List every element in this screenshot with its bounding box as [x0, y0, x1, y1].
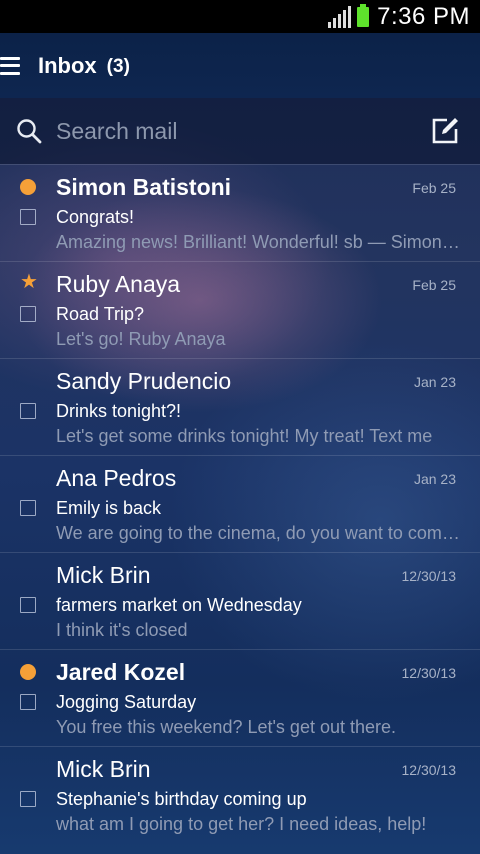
message-list: Simon Batistoni Feb 25 Congrats! Amazing… [0, 164, 480, 843]
status-bar: 7:36 PM [0, 0, 480, 33]
message-subject: Emily is back [56, 498, 162, 518]
message-row[interactable]: Mick Brin 12/30/13 Stephanie's birthday … [0, 746, 480, 843]
message-checkbox[interactable] [20, 306, 36, 322]
message-row[interactable]: Mick Brin 12/30/13 farmers market on Wed… [0, 552, 480, 649]
message-subject: Jogging Saturday [56, 692, 197, 712]
message-row[interactable]: ★ Ruby Anaya Feb 25 Road Trip? Let's go!… [0, 261, 480, 358]
search-input[interactable]: Search mail [56, 118, 430, 145]
message-checkbox[interactable] [20, 791, 36, 807]
status-time: 7:36 PM [377, 2, 470, 30]
message-checkbox[interactable] [20, 597, 36, 613]
message-preview: Amazing news! Brilliant! Wonderful! sb —… [56, 232, 460, 252]
message-date: Jan 23 [413, 471, 456, 487]
message-row[interactable]: Jared Kozel 12/30/13 Jogging Saturday Yo… [0, 649, 480, 746]
message-preview: We are going to the cinema, do you want … [56, 523, 460, 543]
message-sender: Sandy Prudencio [56, 368, 232, 394]
app-bar: Inbox (3) [0, 33, 480, 98]
message-date: Jan 23 [413, 374, 456, 390]
message-date: 12/30/13 [401, 665, 457, 681]
message-subject: Stephanie's birthday coming up [56, 789, 307, 809]
message-row[interactable]: Sandy Prudencio Jan 23 Drinks tonight?! … [0, 358, 480, 455]
search-bar[interactable]: Search mail [0, 98, 480, 164]
message-subject: Congrats! [56, 207, 135, 227]
message-checkbox[interactable] [20, 209, 36, 225]
message-preview: what am I going to get her? I need ideas… [56, 814, 427, 834]
message-row[interactable]: Simon Batistoni Feb 25 Congrats! Amazing… [0, 164, 480, 261]
message-preview: I think it's closed [56, 620, 188, 640]
message-subject: Road Trip? [56, 304, 145, 324]
compose-icon[interactable] [430, 116, 460, 146]
message-date: 12/30/13 [401, 568, 457, 584]
message-date: Feb 25 [412, 277, 456, 293]
unread-dot-icon [20, 179, 36, 195]
message-preview: Let's get some drinks tonight! My treat!… [56, 426, 433, 446]
message-preview: Let's go! Ruby Anaya [56, 329, 226, 349]
unread-dot-icon [20, 664, 36, 680]
battery-icon [357, 3, 370, 27]
search-icon[interactable] [16, 118, 42, 144]
message-preview: You free this weekend? Let's get out the… [56, 717, 397, 737]
message-sender: Mick Brin [56, 562, 151, 588]
message-date: 12/30/13 [401, 762, 457, 778]
unread-count: (3) [106, 55, 130, 77]
inbox-title[interactable]: Inbox [38, 53, 97, 79]
menu-icon[interactable] [0, 56, 20, 75]
message-sender: Simon Batistoni [56, 174, 232, 200]
message-subject: farmers market on Wednesday [56, 595, 302, 615]
message-checkbox[interactable] [20, 403, 36, 419]
message-sender: Mick Brin [56, 756, 151, 782]
message-subject: Drinks tonight?! [56, 401, 182, 421]
message-sender: Ana Pedros [56, 465, 177, 491]
message-sender: Jared Kozel [56, 659, 186, 685]
message-date: Feb 25 [412, 180, 456, 196]
signal-icon [328, 5, 352, 28]
message-checkbox[interactable] [20, 500, 36, 516]
message-row[interactable]: Ana Pedros Jan 23 Emily is back We are g… [0, 455, 480, 552]
message-sender: Ruby Anaya [56, 271, 181, 297]
star-icon[interactable]: ★ [20, 272, 38, 292]
message-checkbox[interactable] [20, 694, 36, 710]
